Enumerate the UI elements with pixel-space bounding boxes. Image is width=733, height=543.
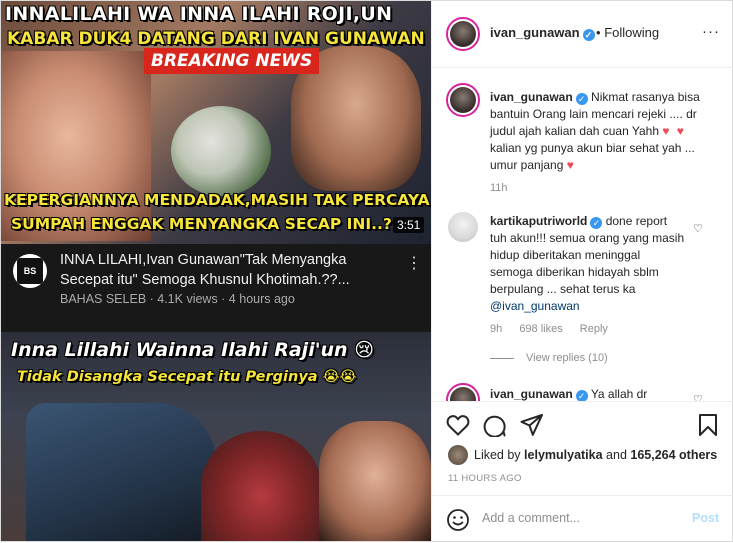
thumb-headline-2: KABAR DUK4 DATANG DARI IVAN GUNAWAN (7, 29, 425, 49)
comment-text: ivan_gunawan ✓ Ya allah dr (490, 386, 702, 401)
comment-clip: ivan_gunawan ✓ Ya allah dr ♡ (432, 379, 733, 401)
kebab-menu-icon[interactable]: ⋮ (406, 253, 422, 273)
heart-emoji-icon: ♥ (676, 124, 684, 138)
breaking-news-badge: BREAKING NEWS (144, 48, 320, 74)
liker-avatar[interactable] (448, 445, 468, 465)
thumbnail-woman-image (1, 51, 151, 241)
comment-like-heart-icon[interactable]: ♡ (693, 222, 703, 235)
comment-reply-button[interactable]: Reply (580, 323, 608, 335)
youtube-video-info[interactable]: BS INNA LILAHI,Ivan Gunawan"Tak Menyangk… (1, 244, 431, 332)
heart-emoji-icon: ♥ (662, 124, 670, 138)
heart-emoji-icon: ♥ (566, 158, 574, 172)
comment-bubble-icon[interactable] (483, 414, 506, 437)
like-heart-icon[interactable] (446, 414, 470, 436)
view-replies-label[interactable]: View replies (10) (526, 352, 608, 364)
verified-badge-icon: ✓ (575, 390, 588, 401)
caption-text: ivan_gunawan ✓ Nikmat rasanya bisa bantui… (490, 89, 702, 174)
thumb-headline-3: KEPERGIANNYA MENDADAK,MASIH TAK PERCAYA (4, 191, 430, 209)
thumbnail-hospital-image (26, 403, 216, 541)
post-media[interactable]: INNALILAHI WA INNA ILAHI ROJI,UN KABAR D… (1, 1, 431, 541)
comment-body: Ya allah dr (590, 387, 648, 401)
thumbnail-flowers-image (171, 106, 271, 196)
replies-divider (490, 357, 514, 359)
verified-badge-icon: ✓ (582, 29, 595, 41)
thumbnail-man-portrait (319, 421, 431, 541)
post-time-ago[interactable]: 11 HOURS AGO (448, 473, 522, 484)
commenter-username[interactable]: ivan_gunawan (490, 387, 573, 401)
comment-meta: 9h 698 likes Reply (490, 323, 622, 335)
post-header: ivan_gunawan ✓ • Following ··· (432, 1, 733, 68)
comment-likes[interactable]: 698 likes (519, 323, 562, 335)
instagram-post-window: INNALILAHI WA INNA ILAHI ROJI,UN KABAR D… (0, 0, 733, 542)
emoji-smiley-icon[interactable] (446, 508, 470, 532)
follow-status[interactable]: • Following (596, 25, 659, 40)
more-options-icon[interactable]: ··· (702, 23, 720, 40)
commenter-avatar[interactable] (448, 212, 478, 242)
channel-avatar[interactable]: BS (13, 254, 47, 288)
caption-time: 11h (490, 182, 508, 194)
mention-link[interactable]: @ivan_gunawan (490, 299, 580, 313)
caption-username[interactable]: ivan_gunawan (490, 90, 573, 104)
following-button[interactable]: Following (604, 25, 659, 40)
save-bookmark-icon[interactable] (698, 414, 718, 436)
commenter-avatar[interactable] (446, 383, 480, 401)
post-button[interactable]: Post (692, 511, 719, 525)
separator-dot: • (596, 25, 601, 40)
thumb2-headline-1: Inna Lillahi Wainna Ilahi Raji'un 😢 (11, 339, 374, 361)
liked-by-count[interactable]: 165,264 others (630, 448, 717, 462)
comment-text: kartikaputriworld ✓ done report tuh akun!… (490, 213, 686, 315)
view-replies[interactable]: View replies (10) (490, 352, 608, 364)
author-username[interactable]: ivan_gunawan ✓ (490, 25, 595, 41)
video-title[interactable]: INNA LILAHI,Ivan Gunawan"Tak Menyangka S… (60, 250, 390, 290)
share-paper-plane-icon[interactable] (520, 414, 544, 436)
thumb-headline-1: INNALILAHI WA INNA ILAHI ROJI,UN (5, 3, 393, 25)
post-actions: Liked by lelymulyatika and 165,264 other… (432, 401, 733, 542)
thumbnail-grave-image (201, 431, 321, 541)
verified-badge-icon: ✓ (575, 93, 588, 105)
comment-time: 9h (490, 323, 503, 335)
commenter-username[interactable]: kartikaputriworld (490, 214, 587, 228)
liked-by-and: and (606, 448, 627, 462)
liked-by: Liked by lelymulyatika and 165,264 other… (448, 445, 717, 465)
liked-by-user[interactable]: lelymulyatika (524, 448, 603, 462)
add-comment-bar: Post (432, 495, 733, 543)
post-side-panel: ivan_gunawan ✓ • Following ··· ivan_gunaw… (431, 1, 733, 541)
video-meta: BAHAS SELEB · 4.1K views · 4 hours ago (60, 292, 295, 306)
caption-avatar[interactable] (446, 83, 480, 117)
channel-logo-text: BS (17, 258, 43, 284)
thumb-headline-4: SUMPAH ENGGAK MENYANGKA SECAP INI..? (11, 215, 392, 233)
thumb2-headline-2: Tidak Disangka Secepat itu Perginya 😭😭 (17, 369, 357, 385)
comment-like-heart-icon[interactable]: ♡ (693, 393, 703, 401)
author-avatar[interactable] (446, 17, 480, 51)
liked-by-prefix: Liked by (474, 448, 521, 462)
caption-body-2: kalian yg punya akun biar sehat yah ... … (490, 141, 695, 172)
comment-input[interactable] (480, 510, 684, 526)
verified-badge-icon: ✓ (590, 217, 603, 229)
video-duration: 3:51 (393, 217, 425, 233)
author-username-text[interactable]: ivan_gunawan (490, 25, 580, 40)
